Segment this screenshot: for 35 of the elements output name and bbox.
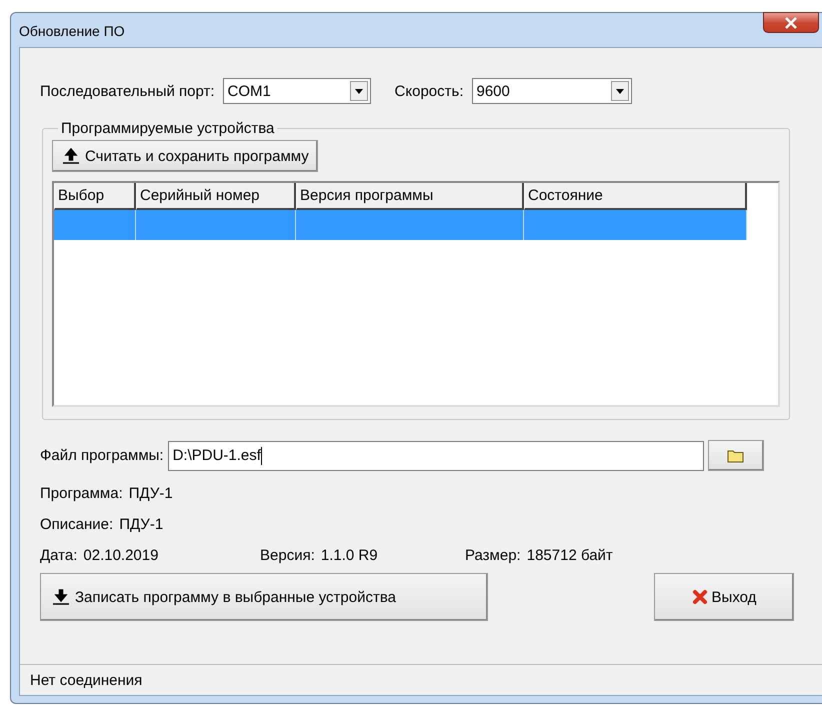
- column-header[interactable]: Выбор: [54, 183, 136, 210]
- close-icon: [692, 589, 708, 605]
- info-label: Версия:: [260, 547, 315, 564]
- dropdown-arrow-icon: [616, 88, 624, 94]
- info-label: Размер:: [465, 547, 521, 564]
- speed-dropdown[interactable]: 9600: [472, 78, 632, 104]
- info-label: Программа:: [40, 485, 123, 502]
- info-label: Описание:: [40, 516, 114, 533]
- column-header[interactable]: Серийный номер: [136, 183, 296, 210]
- info-value: ПДУ-1: [128, 485, 173, 502]
- info-value: ПДУ-1: [119, 516, 164, 533]
- exit-button[interactable]: Выход: [654, 573, 794, 621]
- group-title: Программируемые устройства: [60, 120, 276, 137]
- speed-label: Скорость:: [394, 82, 464, 100]
- read-save-button[interactable]: Считать и сохранить программу: [52, 140, 318, 172]
- column-header[interactable]: Состояние: [524, 183, 747, 210]
- port-label: Последовательный порт:: [40, 82, 215, 100]
- file-path-field[interactable]: D:\PDU-1.esf: [168, 440, 704, 470]
- folder-icon: [726, 448, 745, 462]
- info-label: Дата:: [40, 547, 78, 564]
- file-label: Файл программы:: [40, 447, 164, 464]
- info-value: 185712 байт: [526, 547, 613, 564]
- window-title: Обновление ПО: [19, 23, 125, 39]
- write-button[interactable]: Записать программу в выбранные устройства: [40, 573, 488, 621]
- download-arrow-icon: [51, 589, 71, 605]
- browse-button[interactable]: [708, 440, 764, 471]
- dropdown-arrow-icon: [354, 88, 363, 94]
- info-value: 02.10.2019: [83, 547, 158, 564]
- close-icon: [784, 16, 798, 28]
- close-button[interactable]: [763, 12, 819, 33]
- info-value: 1.1.0 R9: [320, 547, 378, 564]
- port-dropdown[interactable]: COM1: [222, 78, 371, 104]
- column-header[interactable]: Версия программы: [296, 183, 524, 210]
- status-text: Нет соединения: [30, 672, 142, 688]
- upload-arrow-icon: [61, 148, 81, 164]
